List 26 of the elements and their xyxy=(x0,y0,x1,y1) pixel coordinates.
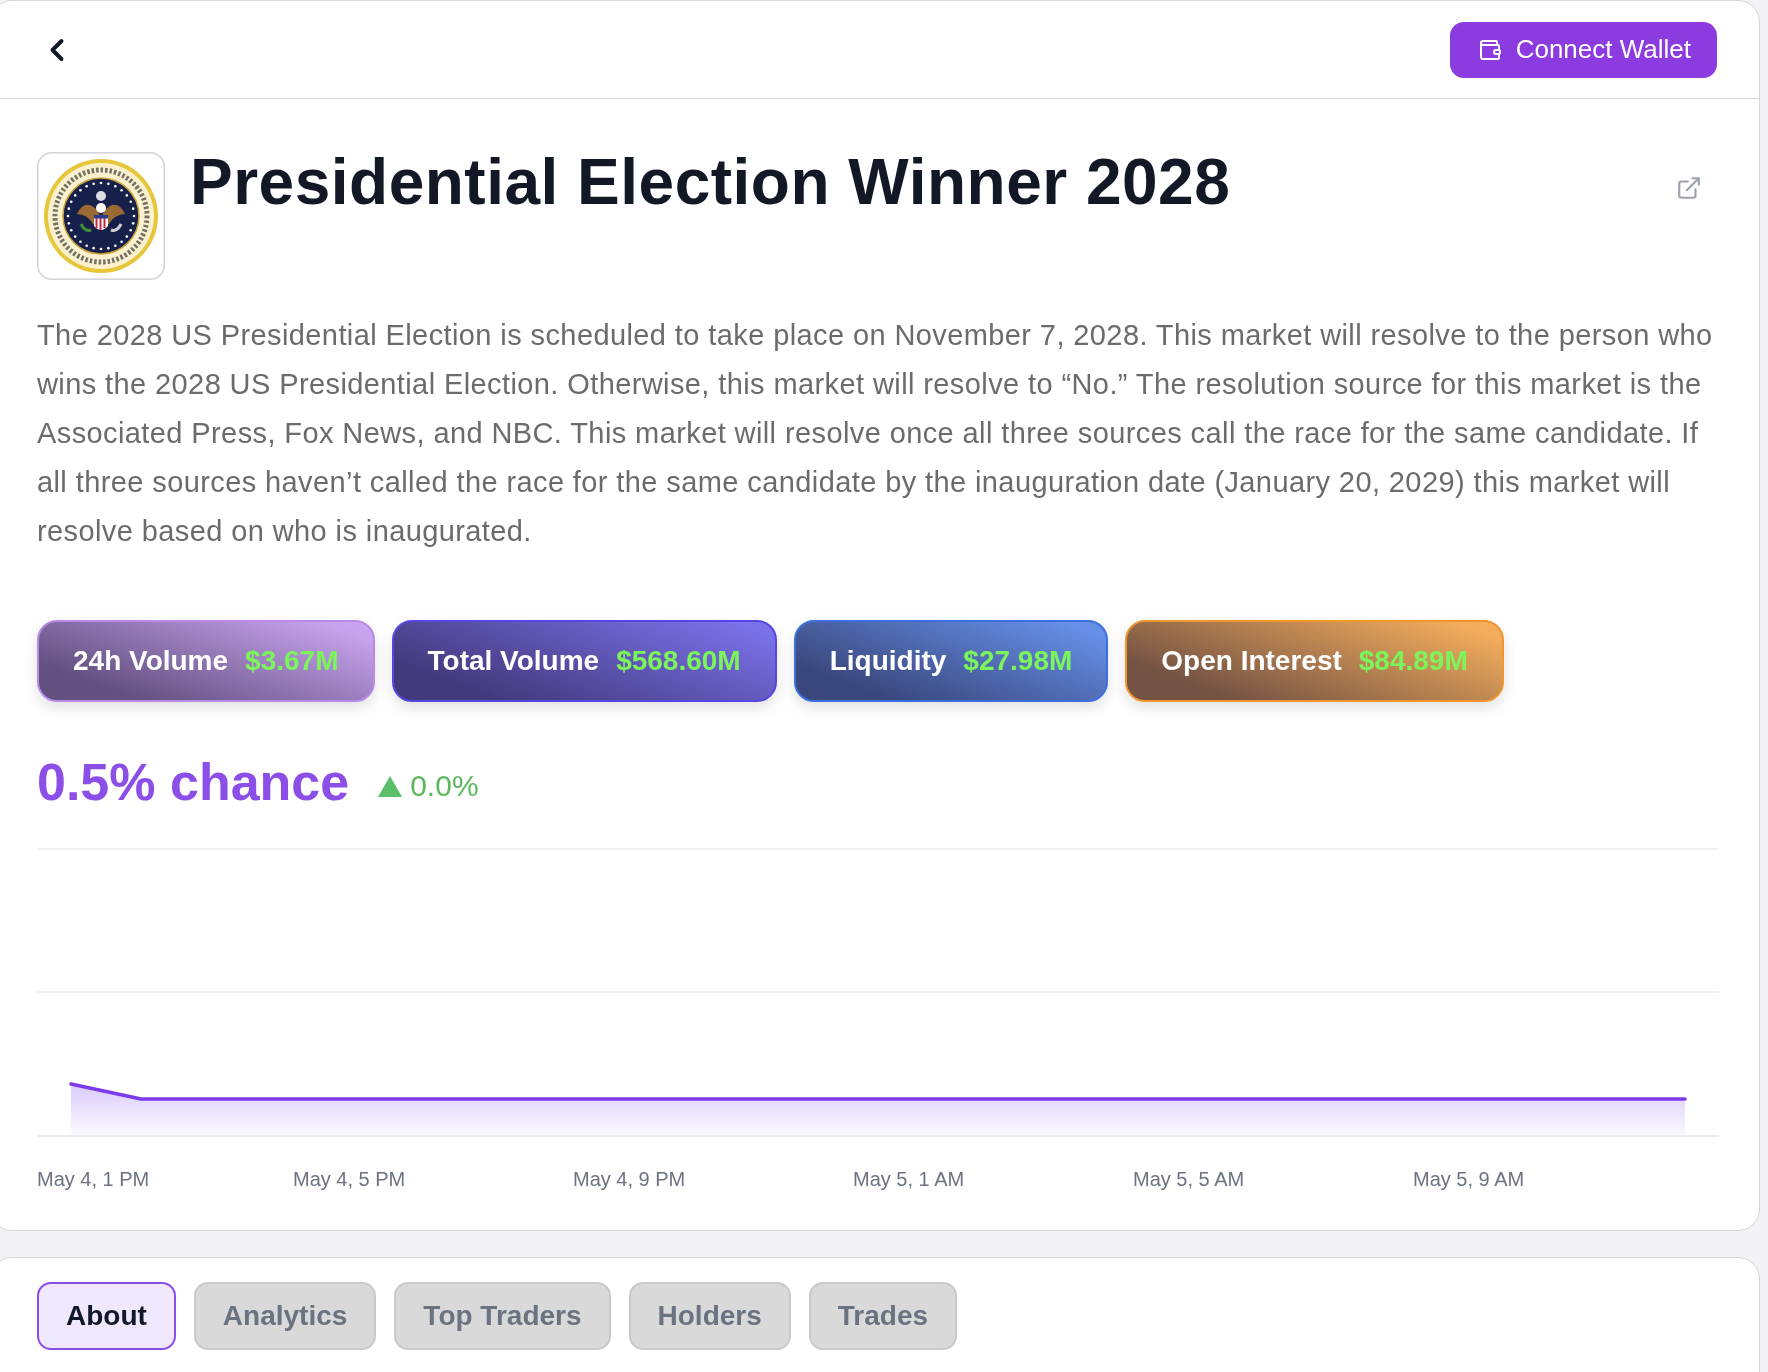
tab[interactable]: Holders xyxy=(628,1282,791,1350)
wallet-icon xyxy=(1477,37,1502,62)
axis-label: May 5, 9 AM xyxy=(1413,1168,1526,1190)
axis-label: May 5, 1 AM xyxy=(853,1168,966,1190)
axis-label: May 5, 5 AM xyxy=(1133,1168,1246,1190)
market-description: The 2028 US Presidential Election is scheduled to take place on November 7, 2028. This market will resolve to the person who wins the 2028 US Presidential Election. Otherwise, this market will resolve to “No.” The resolution source for this market is the Associated Press, Fox News, and NBC. This market will resolve once all three sources call the race for the same candidate. If all three sources haven’t called the race for the same candidate by the inauguration date (January 20, 2029) this market will resolve based on who is inaugurated. xyxy=(37,318,1714,549)
axis-label: May 4, 1 PM xyxy=(37,1168,151,1190)
change-value: 0.0% xyxy=(410,769,479,803)
seal-icon xyxy=(37,152,165,280)
stat-value: $568.60M xyxy=(616,645,741,677)
stat-value: $27.98M xyxy=(963,645,1073,677)
stat-value: $84.89M xyxy=(1358,645,1468,677)
tab[interactable]: Top Traders xyxy=(394,1282,611,1350)
tab[interactable]: Analytics xyxy=(193,1282,377,1350)
stat-label: 24h Volume xyxy=(73,645,229,677)
chance-value: 0.5% chance xyxy=(37,752,350,812)
stat-label: Liquidity xyxy=(829,645,947,677)
stat-label: Total Volume xyxy=(427,645,600,677)
connect-wallet-button[interactable]: Connect Wallet xyxy=(1449,21,1717,78)
market-title: Presidential Election Winner 2028 xyxy=(190,148,1232,216)
stat-value: $3.67M xyxy=(245,645,339,677)
stat-label: Open Interest xyxy=(1161,645,1342,677)
tab[interactable]: Trades xyxy=(808,1282,958,1350)
axis-label: May 4, 9 PM xyxy=(573,1168,687,1190)
tab[interactable]: About xyxy=(37,1282,176,1350)
axis-label: May 4, 5 PM xyxy=(293,1168,407,1190)
